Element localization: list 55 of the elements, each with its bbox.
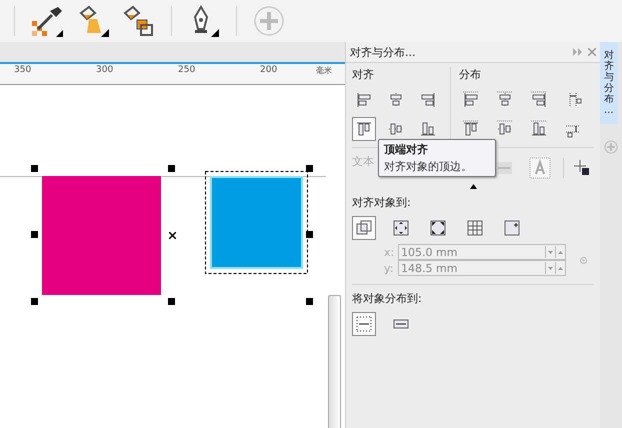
align-top-icon <box>462 120 480 138</box>
center-mark-icon <box>169 232 176 239</box>
eyedropper-icon <box>30 5 64 37</box>
align-page-center-icon <box>429 219 447 237</box>
align-active-icon <box>355 219 373 237</box>
collapse-arrow-icon[interactable] <box>470 184 476 189</box>
align-top-icon <box>355 120 373 138</box>
align-left-icon <box>355 91 373 109</box>
align-bottom-icon <box>530 120 548 138</box>
close-icon[interactable] <box>588 48 596 56</box>
panel-title: 对齐与分布... <box>350 44 416 60</box>
distribute-to-button[interactable] <box>352 312 376 336</box>
ruler-unit: 毫米 <box>316 65 332 76</box>
align-right-icon <box>530 91 548 109</box>
text-baseline-icon[interactable] <box>495 159 513 177</box>
selection-handle[interactable] <box>168 165 175 172</box>
field-label: x: <box>384 246 396 258</box>
spin-up-icon[interactable] <box>558 250 563 254</box>
spin-down-icon[interactable] <box>548 250 553 254</box>
paint-bucket-icon <box>77 5 109 37</box>
field-label: y: <box>384 262 394 274</box>
selection-handle[interactable] <box>31 298 38 305</box>
target-icon <box>580 256 587 264</box>
selection-handle[interactable] <box>31 231 38 238</box>
tooltip-title: 顶端对齐 <box>384 142 429 157</box>
spin-up-icon[interactable] <box>558 266 563 270</box>
section-label: 将对象分布到: <box>352 291 422 306</box>
outline-corner-icon[interactable] <box>574 160 590 176</box>
align-bottom-icon <box>419 120 437 138</box>
ruler-label: 350 <box>14 65 32 75</box>
align-right-icon <box>419 91 437 109</box>
spin-down-icon[interactable] <box>548 266 553 270</box>
ruler-label: 300 <box>96 65 114 75</box>
docker-tab[interactable]: 对齐与分布... <box>600 42 618 124</box>
align-grid-icon <box>466 219 484 237</box>
align-point-icon <box>503 219 521 237</box>
selection-handle[interactable] <box>306 231 313 238</box>
ruler-label: 250 <box>178 65 196 75</box>
selection-handle[interactable] <box>306 298 313 305</box>
align-center-h-icon <box>496 91 514 109</box>
add-icon <box>253 5 285 37</box>
tooltip-text: 对齐对象的顶边。 <box>384 159 473 174</box>
selection-handle[interactable] <box>168 298 175 305</box>
section-label: 对齐对象到: <box>352 195 411 210</box>
align-button[interactable] <box>352 117 376 141</box>
selection-handle[interactable] <box>31 165 38 172</box>
align-left-icon <box>462 91 480 109</box>
section-label: 对齐 <box>352 67 374 82</box>
text-label: 文本 <box>352 154 374 169</box>
copy-fill-icon <box>123 5 155 37</box>
ruler-label: 200 <box>260 65 278 75</box>
section-label: 分布 <box>459 67 481 82</box>
align-extent-icon <box>355 315 373 333</box>
align-page-edge-icon <box>392 219 410 237</box>
selection-handle[interactable] <box>306 165 313 172</box>
